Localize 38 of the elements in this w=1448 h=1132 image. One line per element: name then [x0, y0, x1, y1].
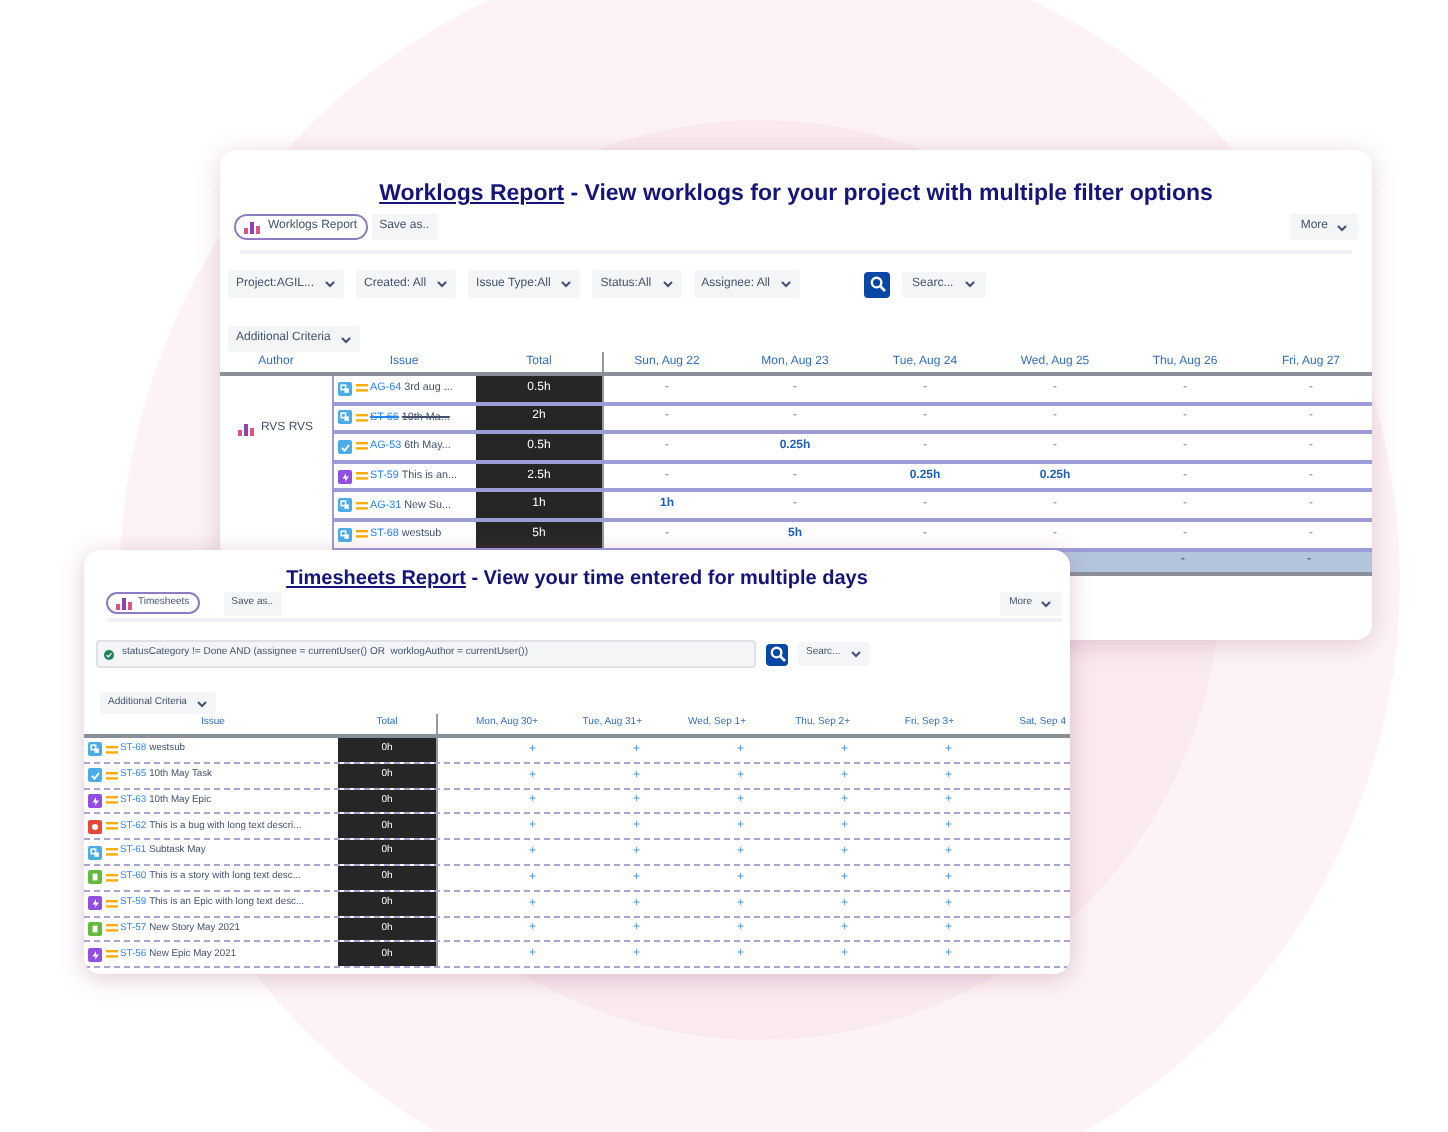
chevron-down-icon	[850, 650, 863, 658]
priority-icon	[105, 950, 117, 959]
priority-icon	[355, 530, 367, 539]
search-button[interactable]	[864, 271, 891, 297]
chevron-down-icon	[324, 280, 337, 288]
chevron-down-icon	[1040, 599, 1052, 607]
report-title: Timesheets Report - View your time entered for multiple days	[284, 566, 870, 590]
search-button[interactable]	[766, 643, 788, 665]
report-link[interactable]: Timesheets Report	[286, 568, 466, 590]
valid-check-icon	[104, 649, 114, 659]
priority-icon	[355, 384, 367, 393]
priority-icon	[105, 771, 117, 780]
priority-icon	[355, 501, 367, 510]
priority-icon	[105, 873, 117, 882]
report-link[interactable]: Worklogs Report	[379, 182, 565, 206]
priority-icon	[355, 472, 367, 481]
chevron-down-icon	[780, 280, 793, 288]
report-title: Worklogs Report - View worklogs for your project with multiple filter options	[377, 180, 1215, 210]
search-icon	[869, 276, 886, 292]
chevron-down-icon	[196, 699, 209, 707]
priority-icon	[355, 413, 367, 422]
chevron-down-icon	[560, 280, 573, 288]
search-icon	[769, 646, 785, 662]
priority-icon	[105, 924, 117, 933]
chevron-down-icon	[1336, 223, 1348, 231]
bar-chart-icon	[116, 596, 134, 610]
chevron-down-icon	[340, 335, 353, 343]
chevron-down-icon	[963, 280, 976, 288]
priority-icon	[105, 848, 117, 857]
priority-icon	[105, 822, 117, 831]
chevron-down-icon	[436, 280, 449, 288]
bar-chart-icon	[244, 220, 262, 234]
priority-icon	[355, 442, 367, 451]
priority-icon	[105, 899, 117, 908]
priority-icon	[105, 745, 117, 754]
chevron-down-icon	[661, 280, 674, 288]
priority-icon	[105, 796, 117, 805]
bar-chart-icon	[238, 421, 257, 435]
